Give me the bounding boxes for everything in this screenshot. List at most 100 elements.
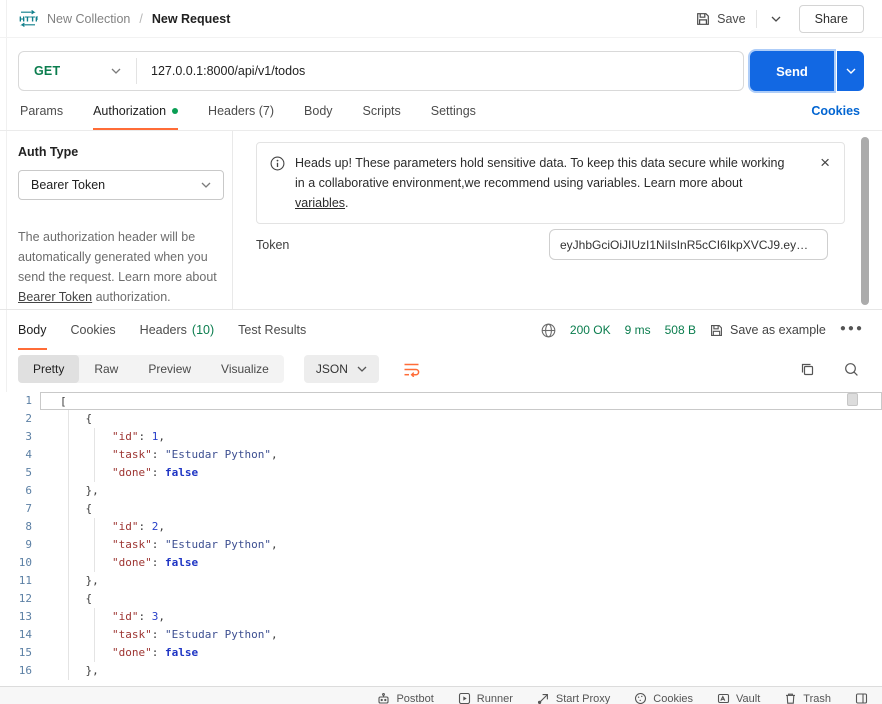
trash-button[interactable]: Trash (784, 692, 831, 704)
response-tab-body[interactable]: Body (18, 310, 47, 350)
chevron-down-icon (846, 68, 856, 74)
chevron-down-icon (357, 366, 367, 372)
auth-description: The authorization header will be automat… (18, 227, 220, 307)
breadcrumb-collection[interactable]: New Collection (47, 12, 130, 26)
cookies-link[interactable]: Cookies (811, 92, 860, 130)
line-number: 12 (0, 590, 40, 608)
auth-type-select[interactable]: Bearer Token (18, 170, 224, 200)
network-globe-icon[interactable] (541, 323, 556, 338)
tab-scripts-label: Scripts (363, 104, 401, 118)
editor-scrollbar[interactable] (847, 393, 858, 406)
more-options-icon[interactable]: ●●● (840, 323, 864, 338)
view-mode-raw[interactable]: Raw (79, 355, 133, 383)
line-number: 14 (0, 626, 40, 644)
save-floppy-icon (710, 324, 723, 337)
tab-authorization[interactable]: Authorization (93, 92, 178, 130)
method-selector[interactable]: GET (19, 64, 136, 78)
view-mode-pretty[interactable]: Pretty (18, 355, 79, 383)
vertical-scrollbar[interactable] (861, 137, 869, 305)
line-number: 6 (0, 482, 40, 500)
line-number: 10 (0, 554, 40, 572)
vault-button[interactable]: Vault (717, 692, 760, 704)
response-size[interactable]: 508 B (665, 323, 696, 337)
method-label: GET (34, 64, 60, 78)
indent-guide (94, 608, 95, 662)
format-selector[interactable]: JSON (304, 355, 379, 383)
save-floppy-icon (696, 12, 710, 26)
cookies-button[interactable]: Cookies (634, 692, 693, 704)
view-mode-preview[interactable]: Preview (133, 355, 206, 383)
response-tab-test-results-label: Test Results (238, 323, 306, 337)
view-mode-visualize[interactable]: Visualize (206, 355, 284, 383)
url-input[interactable] (137, 64, 743, 78)
response-tab-headers[interactable]: Headers (10) (140, 310, 214, 350)
runner-label: Runner (477, 693, 513, 704)
line-number: 1 (0, 392, 40, 410)
trash-icon (784, 692, 797, 704)
code-line-13: 13 "id": 3, (0, 608, 882, 626)
auth-type-label: Auth Type (18, 145, 232, 159)
save-options-button[interactable] (767, 16, 785, 22)
code-line-11: 11 }, (0, 572, 882, 590)
banner-close-icon[interactable]: × (818, 153, 832, 171)
status-bar: Postbot Runner Start Proxy (0, 686, 882, 704)
response-tab-body-label: Body (18, 323, 47, 337)
runner-button[interactable]: Runner (458, 692, 513, 704)
response-tab-test-results[interactable]: Test Results (238, 310, 306, 350)
variables-link[interactable]: variables (295, 196, 345, 210)
auth-type-pane: Auth Type Bearer Token The authorization… (0, 131, 233, 309)
token-label: Token (256, 238, 289, 252)
code-line-14: 14 "task": "Estudar Python", (0, 626, 882, 644)
start-proxy-icon (537, 692, 550, 704)
sensitive-data-banner: Heads up! These parameters hold sensitiv… (256, 142, 845, 224)
tab-settings[interactable]: Settings (431, 92, 476, 130)
toolbar-right (794, 356, 864, 382)
code-lines: 1[2 {3 "id": 1,4 "task": "Estudar Python… (0, 392, 882, 680)
postbot-icon (377, 692, 390, 704)
token-input[interactable] (549, 229, 828, 260)
code-line-10: 10 "done": false (0, 554, 882, 572)
code-line-6: 6 }, (0, 482, 882, 500)
tab-scripts[interactable]: Scripts (363, 92, 401, 130)
response-time[interactable]: 9 ms (625, 323, 651, 337)
tab-params[interactable]: Params (20, 92, 63, 130)
request-tabs: Params Authorization Headers (7) Body Sc… (0, 92, 882, 131)
url-container: GET (18, 51, 744, 91)
tab-body[interactable]: Body (304, 92, 333, 130)
share-button[interactable]: Share (799, 5, 864, 33)
send-options-button[interactable] (837, 51, 864, 91)
search-icon[interactable] (838, 356, 864, 382)
breadcrumb-request[interactable]: New Request (152, 12, 231, 26)
save-button-label: Save (717, 12, 746, 26)
indent-guide (94, 428, 95, 482)
start-proxy-label: Start Proxy (556, 693, 610, 704)
tab-headers[interactable]: Headers (7) (208, 92, 274, 130)
panel-toggle-button[interactable] (855, 692, 868, 704)
start-proxy-button[interactable]: Start Proxy (537, 692, 610, 704)
code-line-12: 12 { (0, 590, 882, 608)
line-number: 5 (0, 464, 40, 482)
line-number: 4 (0, 446, 40, 464)
status-badge[interactable]: 200 OK (570, 323, 611, 337)
save-as-example-button[interactable]: Save as example (710, 323, 826, 337)
response-tab-cookies[interactable]: Cookies (71, 310, 116, 350)
bearer-token-link[interactable]: Bearer Token (18, 290, 92, 304)
send-button[interactable]: Send (750, 51, 834, 91)
tab-params-label: Params (20, 104, 63, 118)
line-number: 2 (0, 410, 40, 428)
response-body-editor[interactable]: 1[2 {3 "id": 1,4 "task": "Estudar Python… (0, 392, 882, 686)
http-request-icon: HTTP (18, 10, 38, 27)
copy-icon[interactable] (794, 356, 820, 382)
cookies-label: Cookies (653, 693, 693, 704)
save-button[interactable]: Save (696, 12, 746, 26)
wrap-lines-icon[interactable] (397, 355, 427, 383)
postbot-button[interactable]: Postbot (377, 692, 433, 704)
code-line-16: 16 }, (0, 662, 882, 680)
code-line-4: 4 "task": "Estudar Python", (0, 446, 882, 464)
info-icon (270, 153, 285, 213)
response-panel: Body Cookies Headers (10) Test Results 2… (0, 310, 882, 704)
breadcrumb-separator: / (139, 12, 142, 26)
code-line-1: 1[ (0, 392, 882, 410)
tab-authorization-label: Authorization (93, 104, 166, 118)
request-header: HTTP New Collection / New Request Save (0, 0, 882, 38)
